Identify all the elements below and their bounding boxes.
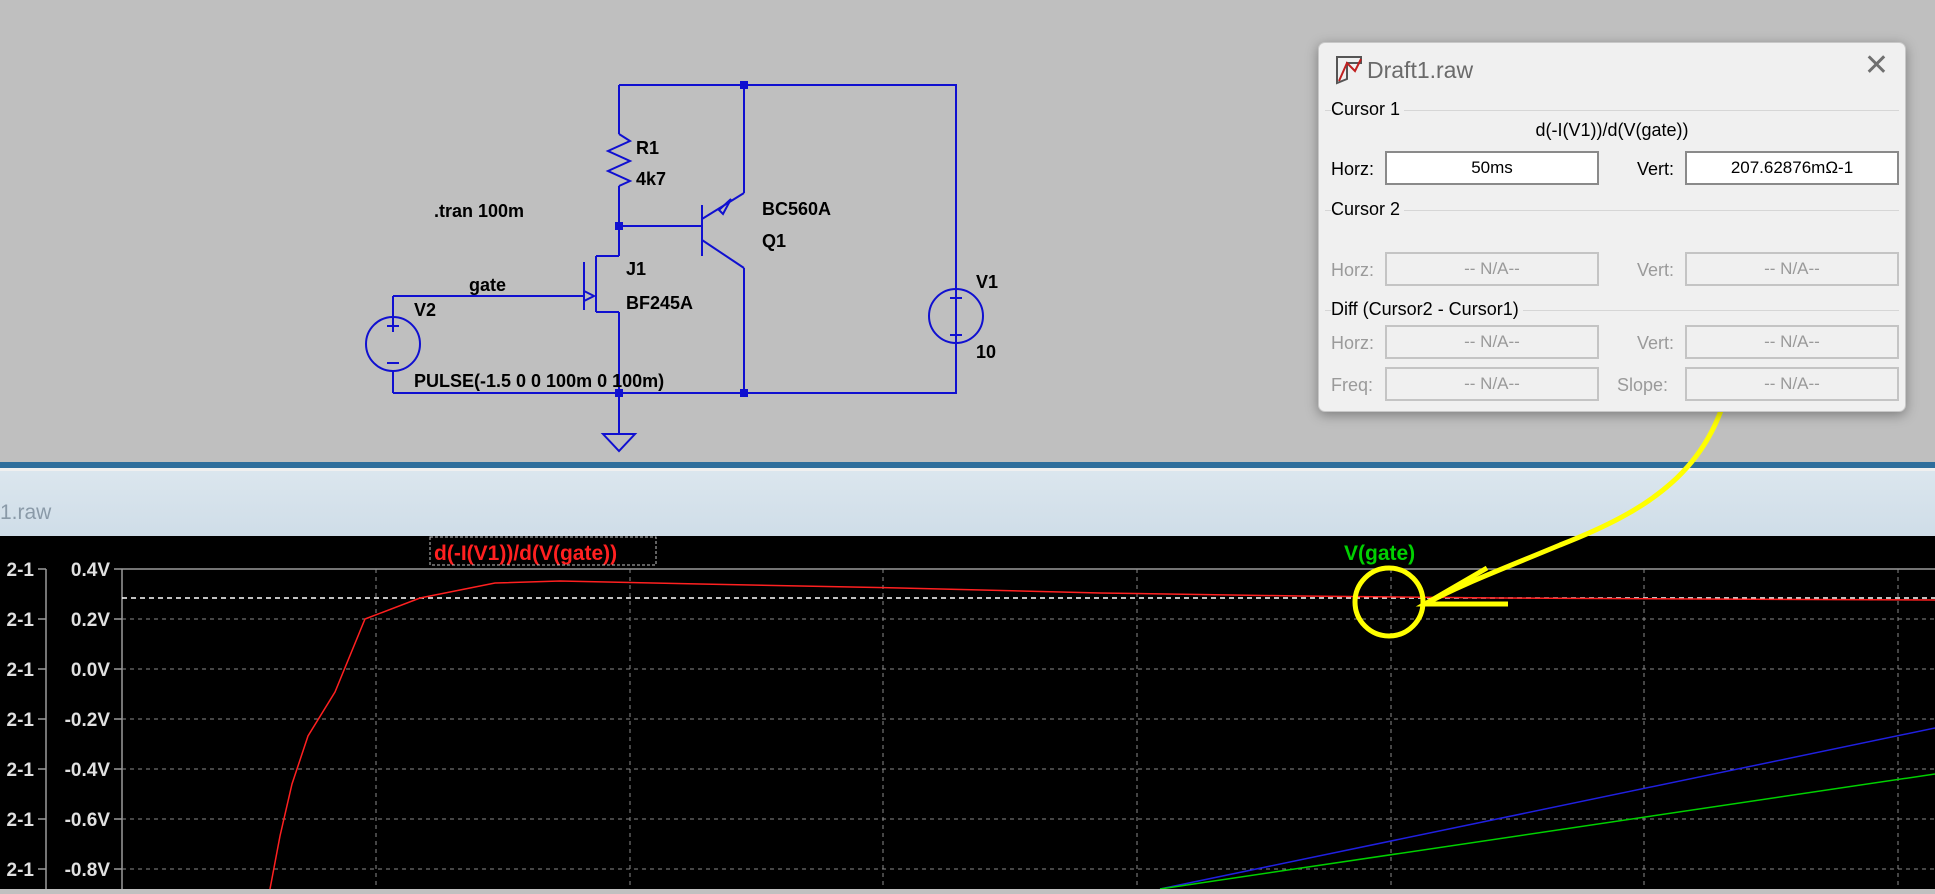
y-tick-label: -0.8V xyxy=(65,860,111,881)
v2-value[interactable]: PULSE(-1.5 0 0 100m 0 100m) xyxy=(414,371,664,391)
r1-value[interactable]: 4k7 xyxy=(636,169,666,189)
left-axis-tick-label: 2-1 xyxy=(7,860,35,881)
q1-model[interactable]: BC560A xyxy=(762,199,831,219)
left-axis-tick-label: 2-1 xyxy=(7,760,35,781)
net-label-gate[interactable]: gate xyxy=(469,275,506,295)
j1-model[interactable]: BF245A xyxy=(626,293,693,313)
cursor1-horz-field[interactable]: 50ms xyxy=(1385,151,1599,185)
left-axis-tick-label: 2-1 xyxy=(7,560,35,581)
waveform-window-title: 1.raw xyxy=(0,501,52,524)
ground-symbol xyxy=(600,433,638,453)
y-tick-label: -0.6V xyxy=(65,810,111,831)
left-axis-tick-label: 2-1 xyxy=(7,610,35,631)
v1-value[interactable]: 10 xyxy=(976,342,996,362)
cursor2-group-label: Cursor 2 xyxy=(1331,199,1405,220)
junction-dot xyxy=(615,222,623,230)
cursor1-horz-label: Horz: xyxy=(1331,159,1375,179)
y-tick-label: 0.0V xyxy=(71,660,110,681)
diff-freq-label: Freq: xyxy=(1331,375,1374,395)
r1-name[interactable]: R1 xyxy=(636,138,659,158)
spice-directive[interactable]: .tran 100m xyxy=(434,201,524,221)
y-tick-label: -0.4V xyxy=(65,760,111,781)
trace-blue xyxy=(1159,727,1935,890)
trace-didv xyxy=(269,580,1935,890)
cursor2-vert-field[interactable]: -- N/A-- xyxy=(1685,252,1899,286)
cursor2-horz-field[interactable]: -- N/A-- xyxy=(1385,252,1599,286)
v2-name[interactable]: V2 xyxy=(414,300,436,320)
diff-horz-label: Horz: xyxy=(1331,333,1375,353)
diff-horz-field[interactable]: -- N/A-- xyxy=(1385,325,1599,359)
wire-top xyxy=(619,84,957,394)
cursor1-group-label: Cursor 1 xyxy=(1331,99,1405,120)
trace-label-didv[interactable]: d(-I(V1))/d(V(gate)) xyxy=(434,542,617,565)
waveform-window-titlebar[interactable]: 1.raw xyxy=(0,471,1935,536)
close-icon[interactable]: ✕ xyxy=(1864,51,1889,81)
junction-dot xyxy=(740,389,748,397)
diff-slope-label: Slope: xyxy=(1617,375,1669,395)
cursor-dialog[interactable]: Draft1.raw ✕ Cursor 1 d(-I(V1))/d(V(gate… xyxy=(1318,42,1906,412)
cursor1-vert-label: Vert: xyxy=(1637,159,1675,179)
ltspice-logo-icon xyxy=(1336,56,1362,85)
trace-vgate xyxy=(1159,773,1935,890)
diff-slope-field[interactable]: -- N/A-- xyxy=(1685,367,1899,401)
left-axis-tick-label: 2-1 xyxy=(7,660,35,681)
v1-name[interactable]: V1 xyxy=(976,272,998,292)
diff-group-label: Diff (Cursor2 - Cursor1) xyxy=(1331,299,1523,320)
cursor2-vert-label: Vert: xyxy=(1637,260,1675,280)
y-tick-label: 0.2V xyxy=(71,610,110,631)
junction-dot xyxy=(740,81,748,89)
diff-vert-label: Vert: xyxy=(1637,333,1675,353)
j1-name[interactable]: J1 xyxy=(626,259,646,279)
q1-name[interactable]: Q1 xyxy=(762,231,786,251)
left-axis-tick-label: 2-1 xyxy=(7,710,35,731)
diff-vert-field[interactable]: -- N/A-- xyxy=(1685,325,1899,359)
resistor-r1 xyxy=(605,133,633,187)
cursor2-horz-label: Horz: xyxy=(1331,260,1375,280)
trace-label-vgate[interactable]: V(gate) xyxy=(1344,542,1415,565)
y-tick-label: 0.4V xyxy=(71,560,110,581)
waveform-plot-canvas[interactable]: 0.4V 0.2V 0.0V -0.2V -0.4V -0.6V -0.8V 2… xyxy=(0,536,1935,890)
y-tick-label: -0.2V xyxy=(65,710,111,731)
dialog-title: Draft1.raw xyxy=(1367,57,1474,83)
jfet-gate-arrow xyxy=(583,289,597,303)
diff-freq-field[interactable]: -- N/A-- xyxy=(1385,367,1599,401)
cursor1-expression: d(-I(V1))/d(V(gate)) xyxy=(1535,120,1689,140)
left-axis-tick-label: 2-1 xyxy=(7,810,35,831)
waveform-plot[interactable]: 0.4V 0.2V 0.0V -0.2V -0.4V -0.6V -0.8V 2… xyxy=(0,536,1935,890)
cursor1-vert-field[interactable]: 207.62876mΩ-1 xyxy=(1685,151,1899,185)
